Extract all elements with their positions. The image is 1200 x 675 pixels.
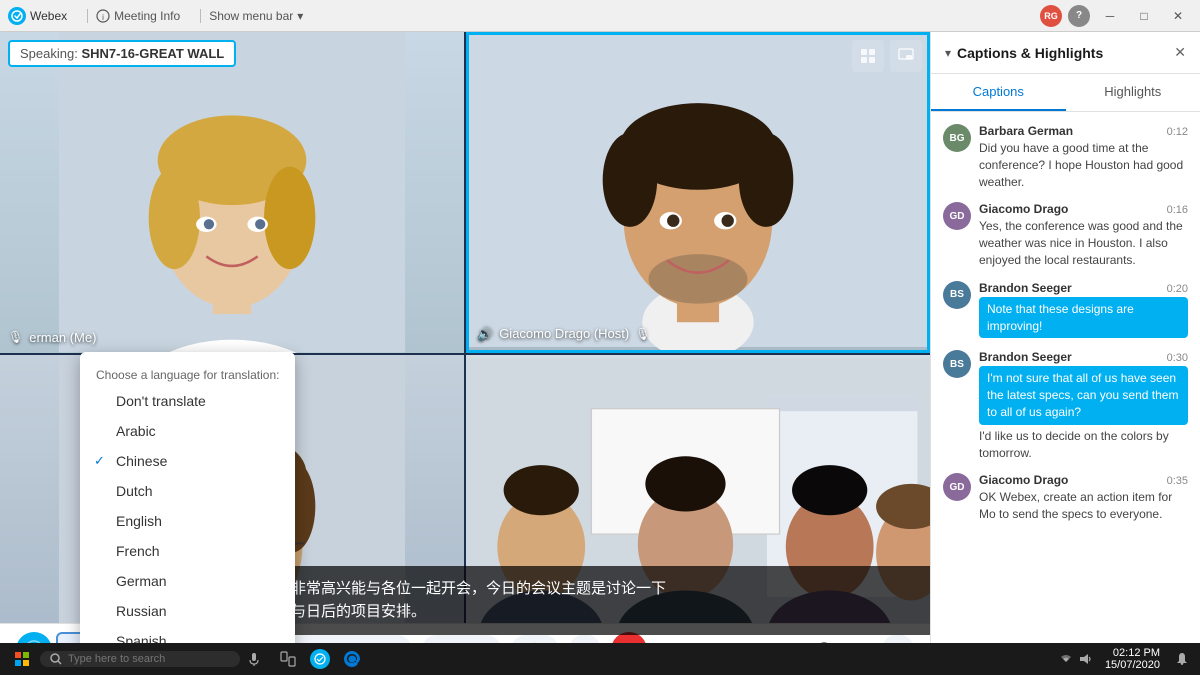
message-name-3: Brandon Seeger <box>979 281 1072 295</box>
message-time-3: 0:20 <box>1167 283 1188 295</box>
tab-highlights[interactable]: Highlights <box>1066 74 1200 111</box>
maximize-btn[interactable]: □ <box>1130 6 1158 26</box>
captions-panel: ▾ Captions & Highlights ✕ Captions Highl… <box>930 32 1200 675</box>
speaking-label: Speaking: <box>20 46 78 61</box>
show-menu-btn[interactable]: Show menu bar ▾ <box>209 9 303 23</box>
taskbar-right: 02:12 PM 15/07/2020 <box>1059 647 1192 671</box>
speaking-name: SHN7-16-GREAT WALL <box>81 46 224 61</box>
divider-2 <box>200 9 201 23</box>
message-time-4: 0:30 <box>1167 352 1188 364</box>
caption-overlay: ！非常高兴能与各位一起开会，今日的会议主题是讨论一下 度与日后的项目安排。 <box>260 566 930 635</box>
tab-captions[interactable]: Captions <box>931 74 1066 111</box>
message-4: BS Brandon Seeger 0:30 I'm not sure that… <box>943 350 1188 461</box>
user-avatar: RG <box>1040 5 1062 27</box>
message-text-5: OK Webex, create an action item for Mo t… <box>979 489 1188 523</box>
speaking-indicator: Speaking: SHN7-16-GREAT WALL <box>8 40 236 67</box>
video-area: Speaking: SHN7-16-GREAT WALL <box>0 32 930 675</box>
avatar-bs-2: BS <box>943 350 971 378</box>
message-body-1: Barbara German 0:12 Did you have a good … <box>979 124 1188 190</box>
message-text-4b: I'd like us to decide on the colors by t… <box>979 428 1188 462</box>
lang-french[interactable]: French <box>80 536 295 566</box>
start-btn[interactable] <box>8 645 36 673</box>
language-dropdown: Choose a language for translation: Don't… <box>80 352 295 664</box>
lang-chinese[interactable]: Chinese <box>80 446 295 476</box>
lang-dont-translate[interactable]: Don't translate <box>80 386 295 416</box>
divider-1 <box>87 9 88 23</box>
message-name-1: Barbara German <box>979 124 1073 138</box>
message-body-2: Giacomo Drago 0:16 Yes, the conference w… <box>979 202 1188 268</box>
main-content: Speaking: SHN7-16-GREAT WALL <box>0 32 1200 675</box>
taskbar-mic-icon <box>244 649 264 669</box>
message-name-2: Giacomo Drago <box>979 202 1068 216</box>
title-bar: Webex i Meeting Info Show menu bar ▾ RG … <box>0 0 1200 32</box>
panel-title: Captions & Highlights <box>957 45 1174 61</box>
message-body-4: Brandon Seeger 0:30 I'm not sure that al… <box>979 350 1188 461</box>
lang-german[interactable]: German <box>80 566 295 596</box>
message-time-5: 0:35 <box>1167 475 1188 487</box>
message-text-1: Did you have a good time at the conferen… <box>979 140 1188 190</box>
message-body-5: Giacomo Drago 0:35 OK Webex, create an a… <box>979 473 1188 523</box>
message-text-4: I'm not sure that all of us have seen th… <box>979 366 1188 424</box>
app-name: Webex <box>30 9 67 23</box>
lang-arabic[interactable]: Arabic <box>80 416 295 446</box>
taskbar-clock: 02:12 PM 15/07/2020 <box>1105 647 1160 671</box>
taskbar-apps <box>276 647 364 671</box>
message-time-2: 0:16 <box>1167 204 1188 216</box>
message-name-5: Giacomo Drago <box>979 473 1068 487</box>
grid-view-btn[interactable] <box>852 40 884 72</box>
panel-collapse-chevron[interactable]: ▾ <box>945 46 951 60</box>
system-tray <box>1059 652 1093 666</box>
mic-icon-1: 🎙 <box>8 330 23 344</box>
taskview-icon[interactable] <box>276 647 300 671</box>
taskbar: 02:12 PM 15/07/2020 <box>0 643 1200 675</box>
video-cell-2: 🔊 Giacomo Drago (Host) 🎙 <box>466 32 930 353</box>
message-1: BG Barbara German 0:12 Did you have a go… <box>943 124 1188 190</box>
webex-taskbar-icon[interactable] <box>308 647 332 671</box>
dropdown-header: Choose a language for translation: <box>80 360 295 386</box>
message-time-1: 0:12 <box>1167 126 1188 138</box>
host-mic-icon-2: 🎙 <box>635 327 650 341</box>
edge-taskbar-icon[interactable] <box>340 647 364 671</box>
name-label-1: 🎙 erman (Me) <box>8 330 96 345</box>
avatar-gd: GD <box>943 202 971 230</box>
speaker-icon <box>1079 652 1093 666</box>
message-text-2: Yes, the conference was good and the wea… <box>979 218 1188 268</box>
participant-name-2: Giacomo Drago (Host) <box>499 326 629 341</box>
avatar-bs-1: BS <box>943 281 971 309</box>
notification-icon[interactable] <box>1172 649 1192 669</box>
panel-tabs: Captions Highlights <box>931 74 1200 112</box>
pip-view-btn[interactable] <box>890 40 922 72</box>
help-btn[interactable]: ? <box>1068 5 1090 27</box>
lang-dutch[interactable]: Dutch <box>80 476 295 506</box>
video-cell-1: 🎙 erman (Me) <box>0 32 464 353</box>
taskbar-search-input[interactable] <box>68 653 208 665</box>
window-controls: RG ? ─ □ ✕ <box>1040 5 1192 27</box>
view-controls <box>852 40 922 72</box>
name-label-2: 🔊 Giacomo Drago (Host) 🎙 <box>477 326 650 342</box>
avatar-bg: BG <box>943 124 971 152</box>
caption-text-2: 度与日后的项目安排。 <box>276 601 914 624</box>
participant-name-1: erman (Me) <box>29 330 96 345</box>
message-name-4: Brandon Seeger <box>979 350 1072 364</box>
lang-english[interactable]: English <box>80 506 295 536</box>
message-text-3: Note that these designs are improving! <box>979 297 1188 339</box>
webex-logo <box>8 7 26 25</box>
wifi-icon <box>1059 652 1073 666</box>
svg-text:i: i <box>102 13 104 22</box>
panel-header: ▾ Captions & Highlights ✕ <box>931 32 1200 74</box>
taskbar-search[interactable] <box>40 651 240 667</box>
host-mic-icon: 🔊 <box>477 326 493 342</box>
avatar-gd-2: GD <box>943 473 971 501</box>
lang-russian[interactable]: Russian <box>80 596 295 626</box>
message-3: BS Brandon Seeger 0:20 Note that these d… <box>943 281 1188 339</box>
panel-close-btn[interactable]: ✕ <box>1174 44 1186 61</box>
meeting-info-btn[interactable]: i Meeting Info <box>96 9 180 23</box>
caption-text-1: ！非常高兴能与各位一起开会，今日的会议主题是讨论一下 <box>276 578 914 601</box>
message-body-3: Brandon Seeger 0:20 Note that these desi… <box>979 281 1188 339</box>
minimize-btn[interactable]: ─ <box>1096 6 1124 26</box>
message-2: GD Giacomo Drago 0:16 Yes, the conferenc… <box>943 202 1188 268</box>
message-5: GD Giacomo Drago 0:35 OK Webex, create a… <box>943 473 1188 523</box>
panel-messages: BG Barbara German 0:12 Did you have a go… <box>931 112 1200 675</box>
close-btn[interactable]: ✕ <box>1164 6 1192 26</box>
